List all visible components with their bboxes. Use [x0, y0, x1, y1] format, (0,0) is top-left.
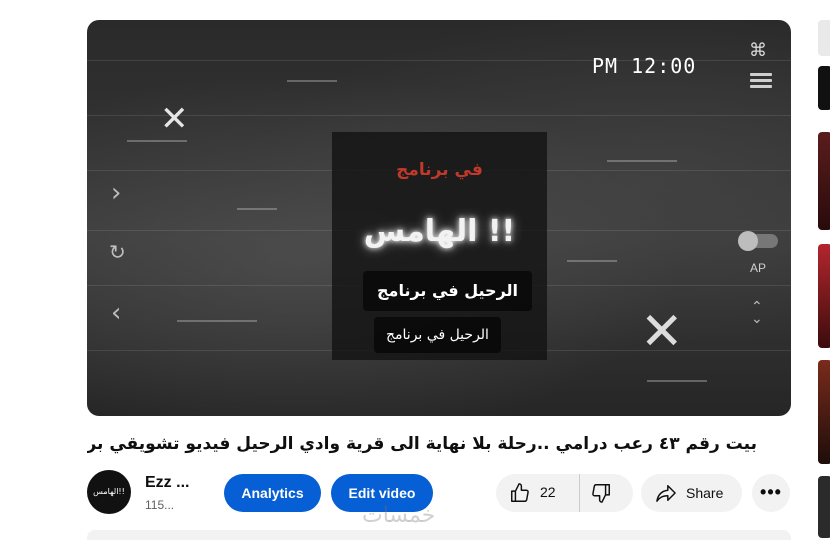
autoplay-toggle[interactable]: [738, 231, 778, 251]
share-button[interactable]: Share: [641, 474, 742, 512]
caption-primary: الرحيل في برنامج: [363, 271, 533, 311]
like-count: 22: [540, 484, 556, 500]
like-dislike-group: 22: [496, 474, 633, 512]
noise-streak: [567, 260, 617, 262]
chevron-right-icon[interactable]: ›: [111, 180, 121, 206]
menu-icon[interactable]: [750, 70, 772, 91]
more-actions-button[interactable]: •••: [752, 474, 790, 512]
caption-secondary: الرحيل في برنامج: [374, 317, 501, 353]
thumbs-up-icon: [511, 483, 529, 502]
noise-streak: [287, 80, 337, 82]
noise-streak: [127, 140, 187, 142]
noise-streak: [647, 380, 707, 382]
watermark: خمسات: [362, 503, 436, 528]
program-label: في برنامج: [396, 160, 483, 180]
noise-streak: [607, 160, 677, 162]
recommendation-thumbnail[interactable]: [818, 132, 830, 230]
recommendation-thumbnail[interactable]: [818, 20, 830, 56]
subscriber-count: 115...: [145, 498, 175, 512]
close-icon: ✕: [160, 99, 189, 139]
expand-icon[interactable]: ⌃ ⌄: [751, 299, 763, 325]
replay-icon[interactable]: ↻: [109, 242, 126, 262]
video-title: بيت رقم ٤٣ رعب درامي ..رحلة بلا نهاية ال…: [87, 434, 757, 454]
like-button[interactable]: 22: [496, 474, 580, 512]
thumbs-down-icon[interactable]: [590, 482, 612, 504]
chevron-left-icon[interactable]: ‹: [111, 300, 121, 326]
noise-streak: [177, 320, 257, 322]
recommendation-thumbnail[interactable]: [818, 360, 830, 464]
channel-name[interactable]: Ezz ...: [145, 474, 189, 492]
noise-streak: [237, 208, 277, 210]
close-icon: ✕: [640, 302, 684, 362]
recommendation-thumbnail[interactable]: [818, 476, 830, 538]
description-box[interactable]: [87, 530, 791, 540]
capcut-icon: ⌘: [749, 40, 767, 60]
analytics-button[interactable]: Analytics: [224, 474, 321, 512]
recommendation-thumbnail[interactable]: [818, 66, 830, 110]
show-title: الهامس !!: [363, 214, 516, 249]
video-player[interactable]: في برنامج الهامس !! الرحيل في برنامج الر…: [87, 20, 791, 416]
scanline: [87, 115, 791, 116]
share-label: Share: [686, 485, 724, 501]
avatar[interactable]: الهامس!!: [87, 470, 131, 514]
toggle-knob: [738, 231, 758, 251]
vhs-timestamp: PM 12:00: [592, 54, 697, 78]
share-icon: [656, 485, 676, 502]
recommendation-thumbnail[interactable]: [818, 244, 830, 348]
autoplay-label: AP: [750, 261, 767, 275]
